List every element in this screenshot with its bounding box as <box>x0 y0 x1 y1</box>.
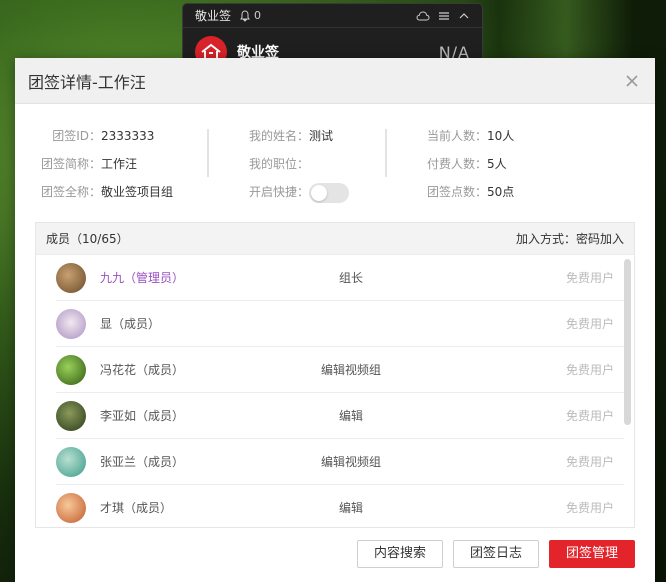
short-name-label: 团签简称： <box>40 157 101 171</box>
group-detail-dialog: 团签详情-工作汪 团签ID：2333333 团签简称：工作汪 团签全称：敬业签项… <box>15 58 655 582</box>
info-divider <box>207 129 209 177</box>
close-icon <box>626 74 638 87</box>
cloud-icon[interactable] <box>416 10 430 22</box>
group-id-label: 团签ID： <box>52 129 101 143</box>
avatar <box>56 354 86 385</box>
my-name-label: 我的姓名： <box>249 129 310 143</box>
points-row: 团签点数：50点 <box>427 178 514 206</box>
member-role: 编辑视频组 <box>320 363 381 377</box>
avatar <box>56 400 86 431</box>
avatar <box>56 446 86 477</box>
info-divider <box>385 129 387 177</box>
short-name-value: 工作汪 <box>101 157 138 171</box>
shortcut-label: 开启快捷： <box>249 185 310 199</box>
current-count-label: 当前人数： <box>427 129 488 143</box>
current-count-row: 当前人数：10人 <box>427 122 514 150</box>
my-position-row: 我的职位： <box>249 150 349 178</box>
member-type: 免费用户 <box>565 317 614 331</box>
member-panel: 成员（10/65） 加入方式：密码加入 九九（管理员） 组长 免费用户 显（成员… <box>35 222 635 528</box>
avatar <box>56 308 86 339</box>
member-row[interactable]: 显（成员） 免费用户 <box>56 301 624 347</box>
shortcut-row: 开启快捷： <box>249 178 350 206</box>
notification-button[interactable]: 0 <box>239 9 261 22</box>
short-name-row: 团签简称：工作汪 <box>15 150 173 178</box>
member-name: 张亚兰（成员） <box>100 455 185 469</box>
notification-count: 0 <box>254 9 262 22</box>
paid-count-row: 付费人数：5人 <box>427 150 514 178</box>
group-manage-button[interactable]: 团签管理 <box>549 540 635 568</box>
group-id-value: 2333333 <box>101 129 155 143</box>
mini-titlebar: 敬业签 0 <box>183 4 482 28</box>
member-type: 免费用户 <box>565 271 614 285</box>
member-name: 冯花花（成员） <box>100 363 185 377</box>
member-count: 成员（10/65） <box>46 232 129 246</box>
member-list-scrollbar[interactable] <box>624 259 631 425</box>
info-column-1: 团签ID：2333333 团签简称：工作汪 团签全称：敬业签项目组 <box>15 122 173 206</box>
group-info: 团签ID：2333333 团签简称：工作汪 团签全称：敬业签项目组 我的姓名：测… <box>15 104 655 222</box>
member-row[interactable]: 九九（管理员） 组长 免费用户 <box>56 255 624 301</box>
shortcut-toggle[interactable] <box>309 182 350 203</box>
member-name: 九九（管理员） <box>100 271 185 285</box>
member-type: 免费用户 <box>565 363 614 377</box>
dialog-footer: 内容搜索 团签日志 团签管理 <box>15 540 655 570</box>
my-name-value: 测试 <box>309 129 334 143</box>
member-role: 组长 <box>338 271 363 285</box>
member-row[interactable]: 张亚兰（成员） 编辑视频组 免费用户 <box>56 439 624 485</box>
paid-count-label: 付费人数： <box>427 157 488 171</box>
points-label: 团签点数： <box>427 185 488 199</box>
member-type: 免费用户 <box>565 501 614 515</box>
member-row[interactable]: 冯花花（成员） 编辑视频组 免费用户 <box>56 347 624 393</box>
member-role: 编辑视频组 <box>320 455 381 469</box>
dialog-title: 团签详情-工作汪 <box>28 72 146 92</box>
dialog-header: 团签详情-工作汪 <box>15 58 655 104</box>
chevron-up-icon[interactable] <box>458 10 470 22</box>
menu-icon[interactable] <box>438 10 450 22</box>
current-count-value: 10人 <box>487 129 515 143</box>
info-column-3: 当前人数：10人 付费人数：5人 团签点数：50点 <box>427 122 514 206</box>
mini-title: 敬业签 <box>195 9 232 23</box>
member-type: 免费用户 <box>565 455 614 469</box>
member-name: 显（成员） <box>100 317 161 331</box>
info-column-2: 我的姓名：测试 我的职位： 开启快捷： <box>249 122 350 206</box>
member-list: 九九（管理员） 组长 免费用户 显（成员） 免费用户 冯花花（成员） 编辑视频组… <box>36 255 634 527</box>
join-method: 加入方式：密码加入 <box>515 232 624 246</box>
group-id-row: 团签ID：2333333 <box>15 122 173 150</box>
full-name-row: 团签全称：敬业签项目组 <box>15 178 173 206</box>
member-row[interactable]: 才琪（成员） 编辑 免费用户 <box>56 485 624 527</box>
member-name: 才琪（成员） <box>100 501 173 515</box>
bell-icon <box>240 9 250 22</box>
my-position-label: 我的职位： <box>249 157 310 171</box>
avatar <box>56 262 86 293</box>
close-button[interactable] <box>622 71 642 91</box>
paid-count-value: 5人 <box>487 157 507 171</box>
my-name-row: 我的姓名：测试 <box>249 122 349 150</box>
member-type: 免费用户 <box>565 409 614 423</box>
member-role: 编辑 <box>338 409 363 423</box>
full-name-value: 敬业签项目组 <box>101 185 174 199</box>
points-value: 50点 <box>487 185 515 199</box>
group-log-button[interactable]: 团签日志 <box>453 540 539 568</box>
avatar <box>56 492 86 523</box>
member-row[interactable]: 李亚如（成员） 编辑 免费用户 <box>56 393 624 439</box>
content-search-button[interactable]: 内容搜索 <box>357 540 443 568</box>
member-name: 李亚如（成员） <box>100 409 185 423</box>
full-name-label: 团签全称： <box>40 185 101 199</box>
member-role: 编辑 <box>338 501 363 515</box>
member-panel-header: 成员（10/65） 加入方式：密码加入 <box>36 223 634 255</box>
